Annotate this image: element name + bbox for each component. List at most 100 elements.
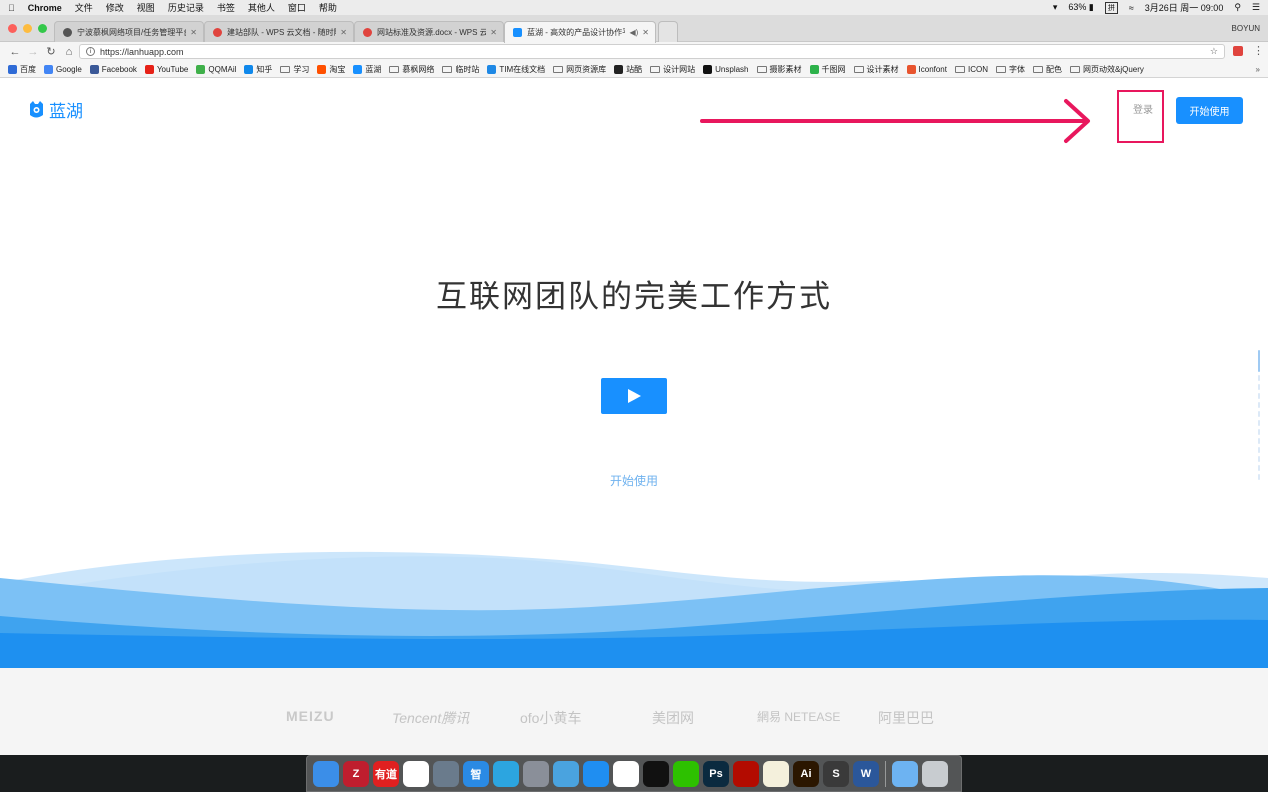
bookmark-label[interactable]: 临时站 <box>455 64 479 75</box>
scroll-dot[interactable] <box>1258 384 1260 390</box>
tab-task-platform[interactable]: 宁波慕枫网络项目/任务管理平台 ✕ <box>54 21 204 42</box>
tab-wps-standards[interactable]: 网站标准及资源.docx - WPS 云 ✕ <box>354 21 504 42</box>
scroll-dot[interactable] <box>1258 429 1260 435</box>
bookmark-label[interactable]: 摄影素材 <box>770 64 802 75</box>
launchpad-icon[interactable] <box>523 760 549 787</box>
scroll-dot[interactable] <box>1258 447 1260 453</box>
menu-file[interactable]: 文件 <box>75 1 93 14</box>
profile-name[interactable]: BOYUN <box>1232 24 1260 33</box>
apple-icon[interactable]:  <box>8 3 15 13</box>
chrome-menu-icon[interactable]: ⋮ <box>1253 44 1264 57</box>
notes-icon[interactable] <box>763 760 789 787</box>
bookmark-label[interactable]: 慕枫网络 <box>402 64 434 75</box>
scroll-dot[interactable] <box>1258 474 1260 480</box>
scroll-dot-active[interactable] <box>1258 350 1260 372</box>
clock[interactable]: 3月26日 周一 09:00 <box>1145 1 1224 14</box>
lanhu-logo[interactable]: 蓝湖 <box>28 97 83 122</box>
zoom-window-button[interactable] <box>38 24 47 33</box>
tab-wps-team[interactable]: 建站部队 - WPS 云文档 - 随时随 ✕ <box>204 21 354 42</box>
new-tab-button[interactable] <box>658 21 678 42</box>
menu-help[interactable]: 帮助 <box>319 1 337 14</box>
bookmark-label[interactable]: 设计素材 <box>867 64 899 75</box>
bookmark-label[interactable]: 蓝湖 <box>365 64 381 75</box>
filezilla-icon[interactable]: Z <box>343 760 369 787</box>
volume-icon[interactable]: ▾ <box>1053 2 1058 13</box>
scroll-dot[interactable] <box>1258 456 1260 462</box>
bookmark-item[interactable]: 蓝湖 <box>353 64 381 75</box>
bookmark-folder[interactable]: 摄影素材 <box>756 64 802 75</box>
bookmark-item[interactable]: YouTube <box>144 64 188 74</box>
bookmark-label[interactable]: QQMAil <box>208 65 236 74</box>
bookmark-item[interactable]: Unsplash <box>703 64 749 74</box>
close-icon[interactable]: ✕ <box>490 28 497 37</box>
safari-icon[interactable] <box>583 760 609 787</box>
menu-people[interactable]: 其他人 <box>248 1 275 14</box>
bookmark-label[interactable]: 学习 <box>293 64 309 75</box>
menu-window[interactable]: 窗口 <box>288 1 306 14</box>
spotlight-icon[interactable]: ⚲ <box>1234 2 1241 13</box>
scroll-dot[interactable] <box>1258 465 1260 471</box>
youdao-icon[interactable]: 有道 <box>373 760 399 787</box>
bookmark-label[interactable]: Google <box>56 65 82 74</box>
menu-history[interactable]: 历史记录 <box>168 1 204 14</box>
reload-icon[interactable]: ↻ <box>42 45 60 58</box>
menu-app-chrome[interactable]: Chrome <box>28 3 62 13</box>
scroll-dot[interactable] <box>1258 402 1260 408</box>
trash-icon[interactable] <box>922 760 948 787</box>
cloud-icon[interactable] <box>553 760 579 787</box>
login-link[interactable]: 登录 <box>1128 101 1158 116</box>
scroll-dot[interactable] <box>1258 375 1260 381</box>
wechat-icon[interactable] <box>673 760 699 787</box>
bookmark-folder[interactable]: ICON <box>954 65 988 74</box>
start-link[interactable]: 开始使用 <box>0 472 1268 489</box>
back-icon[interactable]: ← <box>6 46 24 58</box>
zhi-icon[interactable]: 智 <box>463 760 489 787</box>
baidu-netdisk-icon[interactable] <box>403 760 429 787</box>
notification-center-icon[interactable]: ☰ <box>1252 2 1260 13</box>
bookmark-label[interactable]: YouTube <box>157 65 188 74</box>
extension-icon[interactable] <box>1233 46 1243 56</box>
bookmark-folder[interactable]: 网页资源库 <box>553 64 606 75</box>
bookmark-folder[interactable]: 设计素材 <box>853 64 899 75</box>
bookmark-label[interactable]: TIM在线文档 <box>499 64 545 75</box>
close-icon[interactable]: ✕ <box>642 28 649 37</box>
preview-icon[interactable] <box>433 760 459 787</box>
bookmark-folder[interactable]: 字体 <box>995 64 1025 75</box>
bookmark-label[interactable]: Iconfont <box>919 65 947 74</box>
bookmark-item[interactable]: 站酷 <box>614 64 642 75</box>
menu-bookmarks[interactable]: 书签 <box>217 1 235 14</box>
bookmark-label[interactable]: 百度 <box>20 64 36 75</box>
bookmark-item[interactable]: TIM在线文档 <box>487 64 545 75</box>
bookmarks-overflow-icon[interactable]: » <box>1256 65 1260 74</box>
bookmark-star-icon[interactable]: ☆ <box>1210 46 1218 57</box>
wifi-icon[interactable]: ≈ <box>1129 3 1134 13</box>
bookmark-label[interactable]: 设计网站 <box>663 64 695 75</box>
url-text[interactable]: https://lanhuapp.com <box>100 47 184 57</box>
bookmark-folder[interactable]: 配色 <box>1032 64 1062 75</box>
bookmark-item[interactable]: 知乎 <box>244 64 272 75</box>
tab-lanhu[interactable]: 蓝湖 - 高效的产品设计协作平 ◀) ✕ <box>504 21 656 43</box>
acrobat-icon[interactable] <box>733 760 759 787</box>
downloads-icon[interactable] <box>892 760 918 787</box>
bookmark-item[interactable]: 千图网 <box>809 64 846 75</box>
scroll-dot[interactable] <box>1258 438 1260 444</box>
bookmark-folder[interactable]: 临时站 <box>442 64 479 75</box>
address-bar[interactable]: i https://lanhuapp.com ☆ <box>79 44 1225 59</box>
forward-icon[interactable]: → <box>24 46 42 58</box>
start-link-text[interactable]: 开始使用 <box>610 474 658 488</box>
bookmark-label[interactable]: Unsplash <box>715 65 748 74</box>
input-method-icon[interactable]: 拼 <box>1104 1 1118 14</box>
bookmark-label[interactable]: 网页资源库 <box>566 64 606 75</box>
chrome-icon[interactable] <box>613 760 639 787</box>
info-icon[interactable]: i <box>86 47 95 56</box>
bookmark-label[interactable]: 配色 <box>1046 64 1062 75</box>
illustrator-icon[interactable]: Ai <box>793 760 819 787</box>
battery-status[interactable]: 63% ▮ <box>1068 2 1093 13</box>
qq-icon[interactable] <box>643 760 669 787</box>
bookmark-folder[interactable]: 学习 <box>280 64 309 75</box>
close-icon[interactable]: ✕ <box>190 28 197 37</box>
menu-view[interactable]: 视图 <box>137 1 155 14</box>
bookmark-folder[interactable]: 网页动效&jQuery <box>1069 64 1144 75</box>
photoshop-icon[interactable]: Ps <box>703 760 729 787</box>
bookmark-item[interactable]: 淘宝 <box>317 64 345 75</box>
